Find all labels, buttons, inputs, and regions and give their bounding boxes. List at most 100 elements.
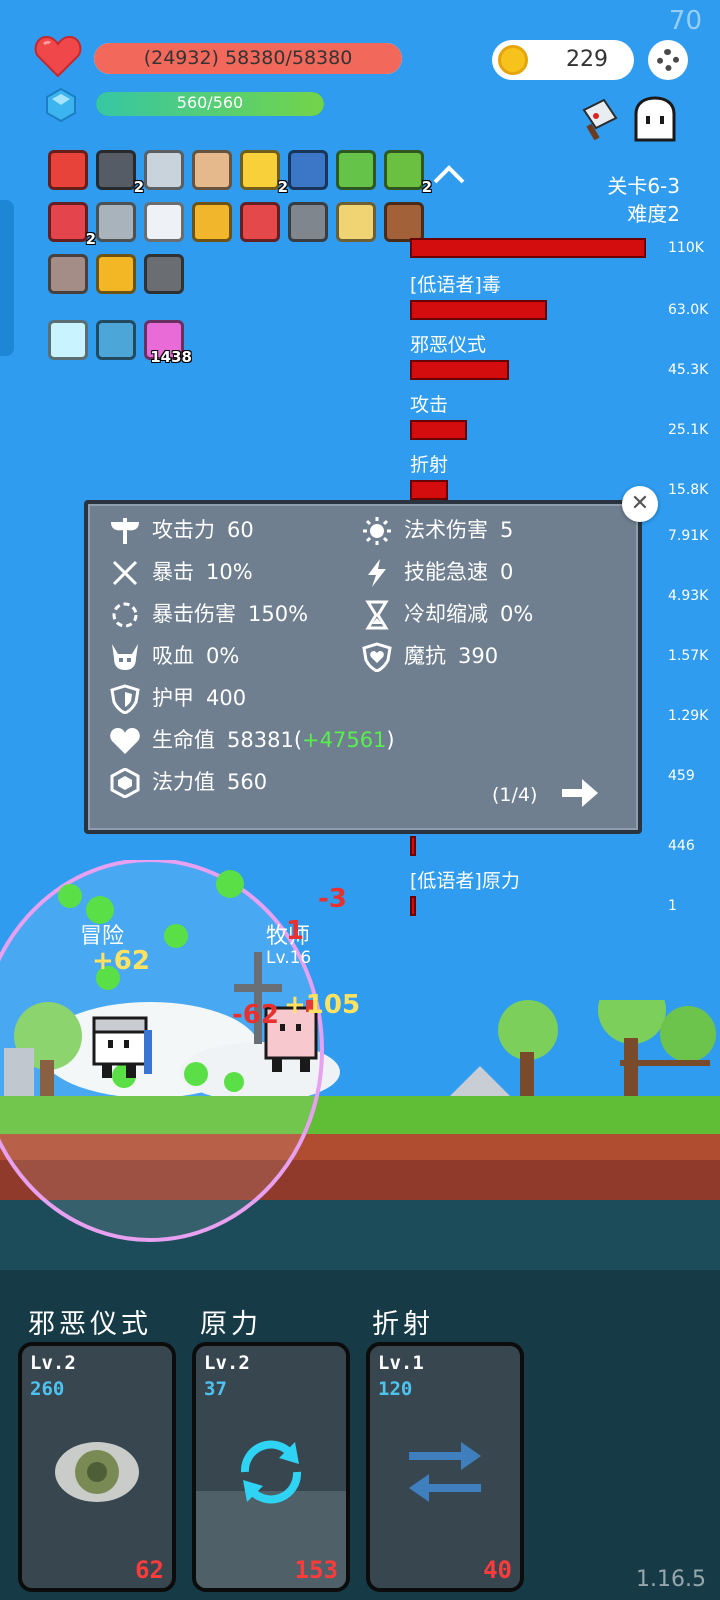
sock-icon-glyph (48, 150, 88, 190)
crown-icon-glyph (192, 202, 232, 242)
stat-attack: 攻击力 60 (108, 514, 254, 546)
enemy-level: Lv.16 (266, 948, 312, 968)
stat-armor: 护甲 400 (108, 682, 246, 714)
helmet-icon[interactable] (288, 202, 328, 242)
gain-number: +105 (284, 990, 361, 1020)
skill-card[interactable]: Lv.2 37 153 (192, 1342, 350, 1592)
lime-icon[interactable] (336, 150, 376, 190)
damage-value: 1.57K (668, 648, 709, 664)
hood-icon[interactable]: 2 (96, 150, 144, 196)
damage-bar (410, 836, 416, 856)
stat-skill-haste: 技能急速 0 (360, 556, 513, 588)
shield-icon-glyph (288, 150, 328, 190)
fist-icon-glyph (192, 150, 232, 190)
sock-icon[interactable] (48, 150, 88, 190)
item-count: 2 (85, 230, 96, 248)
difficulty-label: 难度2 (627, 202, 680, 226)
skill-card[interactable]: Lv.2 260 62 (18, 1342, 176, 1592)
spark-gem-icon-glyph (48, 320, 88, 360)
damage-value: 4.93K (668, 588, 709, 604)
broadsword-icon-glyph (96, 202, 136, 242)
percent-tag-icon-glyph (240, 202, 280, 242)
clipboard-icon-glyph (144, 202, 184, 242)
heart-shield-icon (362, 642, 392, 672)
damage-number: 1 (286, 916, 305, 946)
round-shield-icon[interactable] (384, 202, 424, 242)
lime-icon-glyph (336, 150, 376, 190)
stat-cooldown: 冷却缩减 0% (360, 598, 533, 630)
page-indicator: (1/4) (492, 784, 538, 806)
damage-value: 110K (668, 240, 704, 256)
cleaver-icon[interactable] (576, 96, 622, 142)
broadsword-icon[interactable] (96, 202, 136, 242)
sword-icon[interactable] (144, 150, 184, 190)
mortar-icon[interactable] (144, 254, 184, 294)
damage-bar (410, 300, 547, 320)
coin-stack-icon-glyph (96, 254, 136, 294)
sword-icon-glyph (144, 150, 184, 190)
crystal-shard-icon[interactable] (96, 320, 136, 360)
coin-icon (498, 45, 528, 75)
hood-icon-glyph (96, 150, 136, 190)
item-count: 1438 (150, 348, 192, 366)
eye-icon (51, 1426, 143, 1518)
close-icon[interactable]: ✕ (622, 486, 658, 522)
goblin-icon[interactable]: 2 (384, 150, 432, 196)
skill-title: 折射 (372, 1309, 434, 1340)
mortar-icon-glyph (144, 254, 184, 294)
fist-icon[interactable] (192, 150, 232, 190)
swap-arrows-icon (399, 1426, 491, 1518)
coin-stack-icon[interactable] (96, 254, 136, 294)
skill-level: Lv.1 (378, 1352, 424, 1374)
ghost-icon[interactable] (632, 96, 678, 144)
chevron-up-icon[interactable] (432, 162, 466, 186)
damage-number: -62 (232, 1000, 279, 1030)
mp-text: 560/560 (176, 93, 244, 112)
damage-source-label: [低语者]毒 (410, 274, 501, 296)
tombstone-icon-glyph (48, 254, 88, 294)
map-icon[interactable] (336, 202, 376, 242)
skill-card[interactable]: Lv.1 120 40 (366, 1342, 524, 1592)
stats-panel: 攻击力 60 暴击 10% 暴击伤害 150% 吸血 0% 护甲 400 生命值 58381… (84, 500, 642, 834)
stat-crit: 暴击 10% (108, 556, 253, 588)
skill-cost: 260 (30, 1378, 65, 1400)
skill-cost: 37 (204, 1378, 227, 1400)
arrow-right-icon[interactable] (560, 776, 600, 810)
heal-number: +62 (92, 946, 150, 976)
damage-bar (410, 238, 646, 258)
damage-source-label: 攻击 (410, 394, 449, 416)
cycle-arrows-icon (225, 1426, 317, 1518)
skill-uses: 153 (294, 1556, 338, 1584)
percent-tag-icon[interactable] (240, 202, 280, 242)
side-drawer-handle[interactable] (0, 200, 14, 356)
crown-icon[interactable] (192, 202, 232, 242)
axe-icon (111, 518, 139, 544)
crossed-blades-icon (112, 560, 138, 586)
stat-lifesteal: 吸血 0% (108, 640, 239, 672)
damage-bar (410, 480, 448, 500)
watermelon-icon[interactable]: 2 (48, 202, 96, 248)
clipboard-icon[interactable] (144, 202, 184, 242)
fps-counter: 70 (668, 6, 702, 36)
heart-icon (34, 35, 82, 78)
skill-title: 原力 (200, 1309, 262, 1340)
shield-icon (110, 684, 140, 714)
gear-icon[interactable] (648, 40, 688, 80)
hp-text: (24932) 58380/58380 (143, 47, 353, 69)
damage-bar (410, 420, 467, 440)
tombstone-icon[interactable] (48, 254, 88, 294)
skill-level: Lv.2 (30, 1352, 76, 1374)
stat-mp: 法力值 560 (108, 766, 267, 798)
sun-icon[interactable]: 2 (240, 150, 288, 196)
spark-gem-icon[interactable] (48, 320, 88, 360)
goblin-icon-glyph (384, 150, 424, 190)
damage-value: 45.3K (668, 362, 709, 378)
version-label: 1.16.5 (636, 1567, 706, 1592)
skill-uses: 40 (483, 1556, 512, 1584)
damage-value: 459 (668, 768, 695, 784)
damage-source-label: 折射 (410, 454, 449, 476)
hp-bar: (24932) 58380/58380 (94, 43, 402, 74)
shield-icon[interactable] (288, 150, 328, 190)
pink-crystal-icon[interactable]: 1438 (144, 320, 192, 366)
crystal-shard-icon-glyph (96, 320, 136, 360)
